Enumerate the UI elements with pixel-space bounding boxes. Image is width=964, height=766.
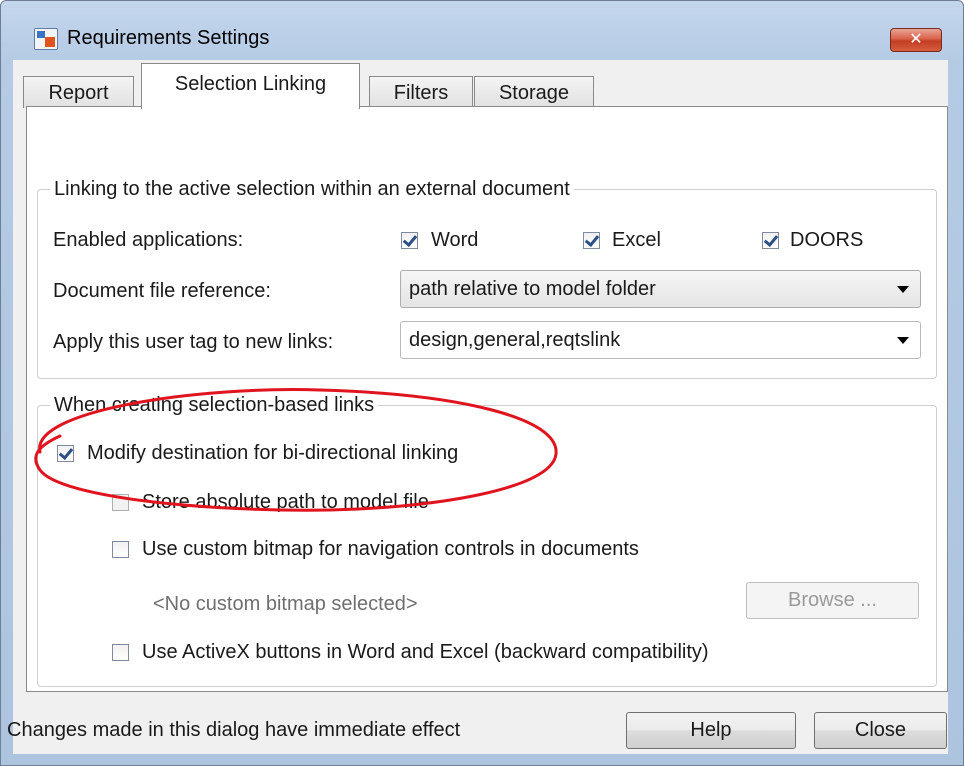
window-title: Requirements Settings (67, 27, 270, 49)
tab-strip: Report Selection Linking Filters Storage (13, 63, 948, 109)
tab-label: Report (48, 82, 109, 104)
help-button[interactable]: Help (626, 712, 796, 749)
close-window-button[interactable]: ✕ (890, 28, 942, 52)
doors-checkbox[interactable] (762, 232, 779, 249)
doc-ref-label: Document file reference: (53, 280, 271, 302)
selection-linking-panel: Linking to the active selection within a… (26, 106, 948, 692)
linking-group-title: Linking to the active selection within a… (50, 178, 574, 201)
modify-destination-label: Modify destination for bi-directional li… (87, 442, 459, 464)
excel-label: Excel (612, 229, 661, 251)
close-icon: ✕ (909, 31, 923, 48)
enabled-apps-label: Enabled applications: (53, 229, 244, 251)
tab-filters[interactable]: Filters (369, 76, 473, 108)
tab-label: Storage (498, 82, 570, 104)
doors-label: DOORS (790, 229, 864, 251)
user-tag-value: design,general,reqtslink (409, 329, 621, 351)
excel-checkbox[interactable] (583, 232, 600, 249)
chevron-down-icon (897, 337, 909, 344)
store-absolute-label: Store absolute path to model file (142, 491, 429, 513)
tab-label: Selection Linking (174, 73, 327, 95)
app-icon (34, 28, 58, 50)
user-tag-combo[interactable]: design,general,reqtslink (400, 321, 921, 359)
help-button-label: Help (690, 719, 732, 741)
word-label: Word (431, 229, 479, 251)
tab-storage[interactable]: Storage (474, 76, 594, 108)
custom-bitmap-checkbox[interactable] (112, 541, 129, 558)
activex-label: Use ActiveX buttons in Word and Excel (b… (142, 641, 709, 663)
user-tag-label: Apply this user tag to new links: (53, 331, 334, 353)
browse-button[interactable]: Browse ... (746, 582, 919, 619)
footer-note: Changes made in this dialog have immedia… (7, 719, 461, 741)
title-bar[interactable]: Requirements Settings ✕ (1, 1, 963, 52)
modify-destination-checkbox[interactable] (57, 445, 74, 462)
doc-ref-value: path relative to model folder (409, 278, 656, 300)
doc-ref-dropdown[interactable]: path relative to model folder (400, 270, 921, 308)
browse-button-label: Browse ... (788, 589, 877, 611)
creation-group-title: When creating selection-based links (50, 394, 379, 417)
custom-bitmap-label: Use custom bitmap for navigation control… (142, 538, 639, 560)
close-button[interactable]: Close (814, 712, 947, 749)
store-absolute-checkbox[interactable] (112, 494, 129, 511)
close-button-label: Close (854, 719, 907, 741)
word-checkbox[interactable] (401, 232, 418, 249)
tab-selection-linking[interactable]: Selection Linking (141, 63, 360, 109)
bitmap-status-text: <No custom bitmap selected> (153, 593, 418, 615)
tab-label: Filters (393, 82, 449, 104)
activex-checkbox[interactable] (112, 644, 129, 661)
tab-report[interactable]: Report (23, 76, 134, 108)
chevron-down-icon (897, 286, 909, 293)
